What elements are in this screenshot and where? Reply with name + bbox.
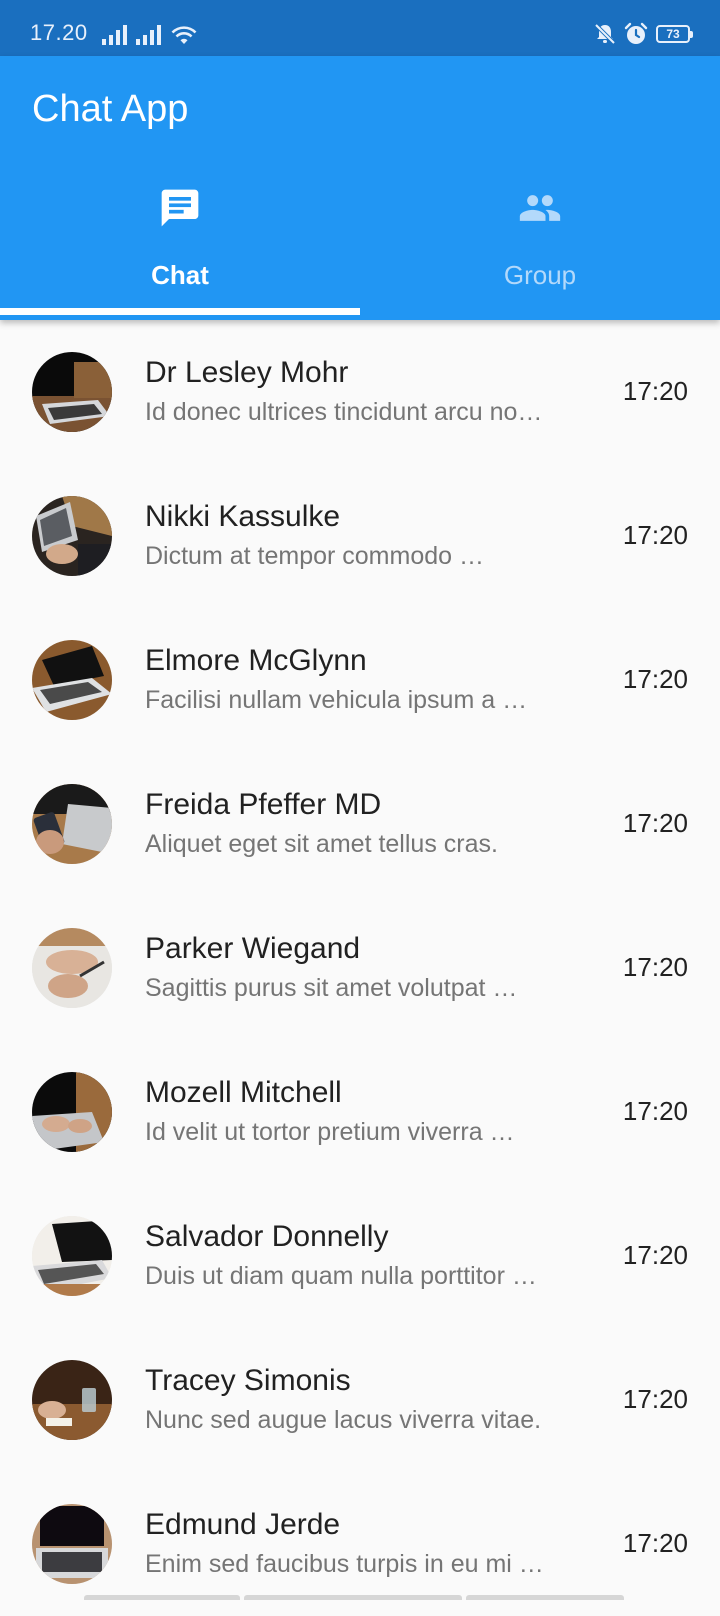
signal-icon: [136, 25, 161, 45]
chat-list-item[interactable]: Dr Lesley Mohr Id donec ultrices tincidu…: [0, 320, 720, 464]
chat-list-item[interactable]: Parker Wiegand Sagittis purus sit amet v…: [0, 896, 720, 1040]
phone-laptop-photo-avatar: [32, 784, 112, 864]
desk-photo-avatar: [32, 1360, 112, 1440]
laptop-photo-avatar: [32, 1216, 112, 1296]
chat-list-item[interactable]: Elmore McGlynn Facilisi nullam vehicula …: [0, 608, 720, 752]
chat-preview: Id donec ultrices tincidunt arcu no…: [145, 398, 543, 426]
chat-name: Mozell Mitchell: [145, 1076, 342, 1109]
chat-name: Nikki Kassulke: [145, 500, 341, 533]
signal-icon: [102, 25, 127, 45]
status-time: 17.20: [30, 20, 88, 45]
chat-preview: Id velit ut tortor pretium viverra …: [145, 1118, 515, 1146]
app-title: Chat App: [32, 88, 189, 130]
laptop-photo-avatar: [32, 640, 112, 720]
tab-chat-label: Chat: [151, 260, 209, 290]
chat-time: 17:20: [622, 520, 688, 550]
chat-time: 17:20: [622, 952, 688, 982]
chat-preview: Sagittis purus sit amet volutpat …: [145, 974, 518, 1002]
chat-name: Elmore McGlynn: [145, 644, 367, 677]
chat-name: Tracey Simonis: [145, 1364, 351, 1397]
chat-time: 17:20: [622, 1240, 688, 1270]
chat-time: 17:20: [622, 808, 688, 838]
chat-time: 17:20: [622, 1096, 688, 1126]
chat-icon: [161, 189, 199, 227]
chat-list-item[interactable]: Freida Pfeffer MD Aliquet eget sit amet …: [0, 752, 720, 896]
status-right-icons: 73: [594, 20, 693, 48]
hands-writing-photo-avatar: [32, 928, 112, 1008]
chat-list-item[interactable]: Salvador Donnelly Duis ut diam quam null…: [0, 1184, 720, 1328]
chat-time: 17:20: [622, 664, 688, 694]
laptop-photo-avatar: [32, 352, 112, 432]
chat-preview: Duis ut diam quam nulla porttitor …: [145, 1262, 537, 1290]
chat-time: 17:20: [622, 376, 688, 406]
app-bar: Chat App Chat Group: [0, 56, 720, 320]
alarm-icon: [624, 22, 648, 44]
chat-name: Salvador Donnelly: [145, 1220, 389, 1253]
tab-indicator: [0, 308, 360, 315]
laptop-photo-avatar: [32, 496, 112, 576]
tab-chat[interactable]: Chat: [0, 176, 360, 312]
scroll-indicator: [84, 1595, 240, 1600]
chat-preview: Dictum at tempor commodo …: [145, 542, 484, 570]
chat-name: Parker Wiegand: [145, 932, 361, 965]
chat-list: Dr Lesley Mohr Id donec ultrices tincidu…: [0, 320, 720, 1616]
muted-notification-icon: [594, 23, 616, 45]
wifi-icon: [171, 26, 197, 44]
scroll-indicator: [466, 1595, 624, 1600]
status-bar: 17.20 73: [0, 0, 720, 56]
chat-time: 17:20: [622, 1384, 688, 1414]
battery-level: 73: [666, 27, 680, 41]
status-left-icons: [102, 20, 198, 46]
chat-preview: Nunc sed augue lacus viverra vitae.: [145, 1406, 542, 1434]
chat-list-item[interactable]: Tracey Simonis Nunc sed augue lacus vive…: [0, 1328, 720, 1472]
chat-list-item[interactable]: Nikki Kassulke Dictum at tempor commodo …: [0, 464, 720, 608]
tab-group[interactable]: Group: [360, 176, 720, 312]
keyboard-photo-avatar: [32, 1504, 112, 1584]
chat-name: Freida Pfeffer MD: [145, 788, 382, 821]
chat-list-item[interactable]: Mozell Mitchell Id velit ut tortor preti…: [0, 1040, 720, 1184]
chat-name: Edmund Jerde: [145, 1508, 341, 1541]
tab-group-label: Group: [503, 260, 577, 290]
battery-icon: 73: [656, 25, 693, 43]
chat-name: Dr Lesley Mohr: [145, 356, 349, 389]
laptop-photo-avatar: [32, 1072, 112, 1152]
chat-preview: Facilisi nullam vehicula ipsum a …: [145, 686, 528, 714]
chat-preview: Enim sed faucibus turpis in eu mi …: [145, 1550, 544, 1578]
group-icon: [519, 195, 561, 221]
scroll-indicator: [244, 1595, 462, 1600]
chat-preview: Aliquet eget sit amet tellus cras.: [145, 830, 498, 858]
chat-time: 17:20: [622, 1528, 688, 1558]
